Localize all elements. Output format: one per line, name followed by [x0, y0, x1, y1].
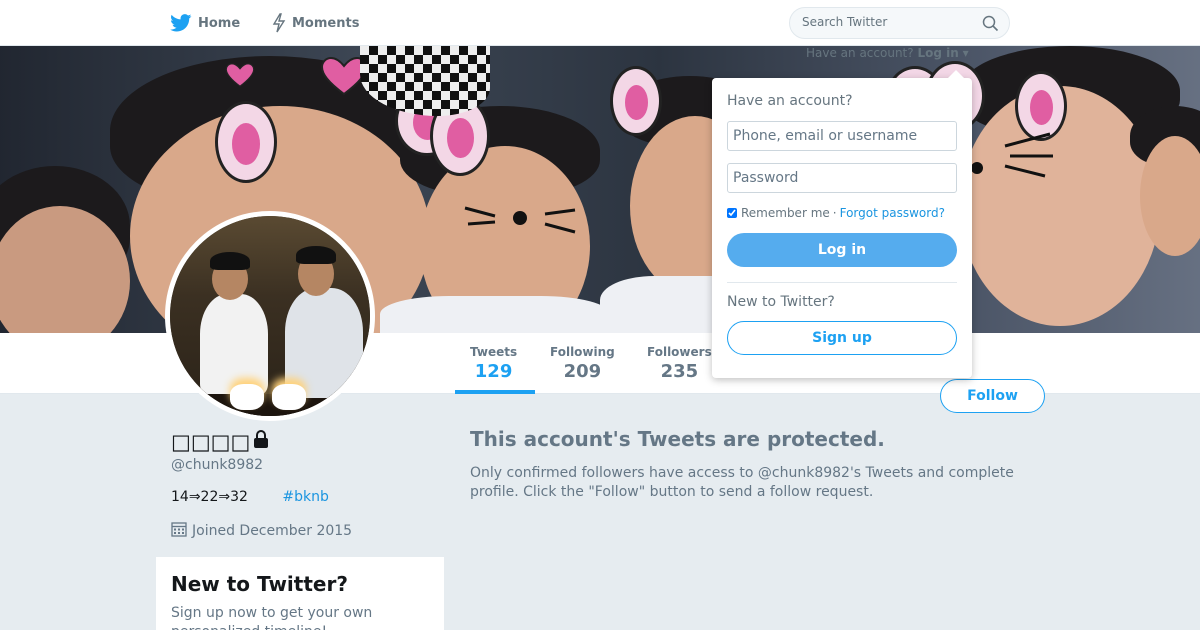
- stat-following[interactable]: Following 209: [550, 345, 615, 382]
- active-tab-indicator: [455, 390, 535, 394]
- profile-handle: @chunk8982: [171, 457, 264, 473]
- protected-title: This account's Tweets are protected.: [470, 427, 885, 451]
- username-field[interactable]: [727, 121, 957, 151]
- stat-label: Tweets: [470, 345, 518, 359]
- separator: ·: [832, 206, 837, 220]
- new-to-twitter-heading: New to Twitter?: [727, 294, 835, 310]
- protected-text: Only confirmed followers have access to …: [470, 465, 1014, 500]
- remember-row: Remember me · Forgot password?: [727, 206, 957, 220]
- password-field[interactable]: [727, 163, 957, 193]
- bio-text: 14⇒22⇒32: [171, 489, 248, 505]
- search-input[interactable]: [802, 15, 972, 29]
- search-icon[interactable]: [982, 15, 999, 36]
- profile-name: □□□□: [171, 429, 270, 454]
- joined-text: Joined December 2015: [192, 523, 353, 539]
- signup-promo-title: New to Twitter?: [171, 572, 348, 596]
- have-account-text: Have an account?: [806, 46, 914, 60]
- calendar-icon: [171, 521, 187, 541]
- stat-followers[interactable]: Followers 235: [647, 345, 712, 382]
- signup-promo-text: Sign up now to get your own personalized…: [171, 605, 373, 630]
- nav-home-label: Home: [198, 15, 241, 31]
- signup-promo-box: New to Twitter? Sign up now to get your …: [156, 557, 444, 630]
- caret-down-icon: ▾: [962, 46, 969, 60]
- nav-moments-label: Moments: [292, 15, 360, 31]
- bio-hashtag-link[interactable]: #bknb: [282, 489, 328, 505]
- follow-button[interactable]: Follow: [940, 379, 1045, 413]
- top-navigation: Home Moments: [0, 0, 1200, 46]
- profile-name-text: □□□□: [171, 429, 251, 454]
- twitter-bird-icon: [170, 14, 192, 32]
- stat-label: Followers: [647, 345, 712, 359]
- nav-moments[interactable]: Moments: [272, 12, 359, 34]
- login-heading: Have an account?: [727, 93, 853, 109]
- lightning-icon: [272, 13, 286, 33]
- stat-value: 129: [474, 361, 513, 382]
- have-account-toggle[interactable]: Have an account? Log in ▾: [806, 46, 969, 60]
- remember-checkbox[interactable]: [727, 208, 737, 218]
- login-button[interactable]: Log in: [727, 233, 957, 267]
- joined-date: Joined December 2015: [171, 521, 352, 541]
- signup-button[interactable]: Sign up: [727, 321, 957, 355]
- stat-tweets[interactable]: Tweets 129: [470, 345, 517, 382]
- nav-home[interactable]: Home: [170, 12, 240, 34]
- lock-icon: [252, 429, 270, 454]
- login-dropdown: Have an account? Remember me · Forgot pa…: [712, 70, 972, 378]
- login-toggle-label[interactable]: Log in: [917, 46, 958, 60]
- stat-label: Following: [550, 345, 615, 359]
- forgot-password-link[interactable]: Forgot password?: [840, 206, 945, 220]
- divider: [727, 282, 957, 283]
- avatar[interactable]: [165, 211, 375, 421]
- profile-bio: 14⇒22⇒32 #bknb: [171, 489, 329, 505]
- remember-label: Remember me: [741, 206, 830, 220]
- stat-value: 235: [660, 361, 699, 382]
- stat-value: 209: [563, 361, 602, 382]
- search-box: [789, 7, 1010, 39]
